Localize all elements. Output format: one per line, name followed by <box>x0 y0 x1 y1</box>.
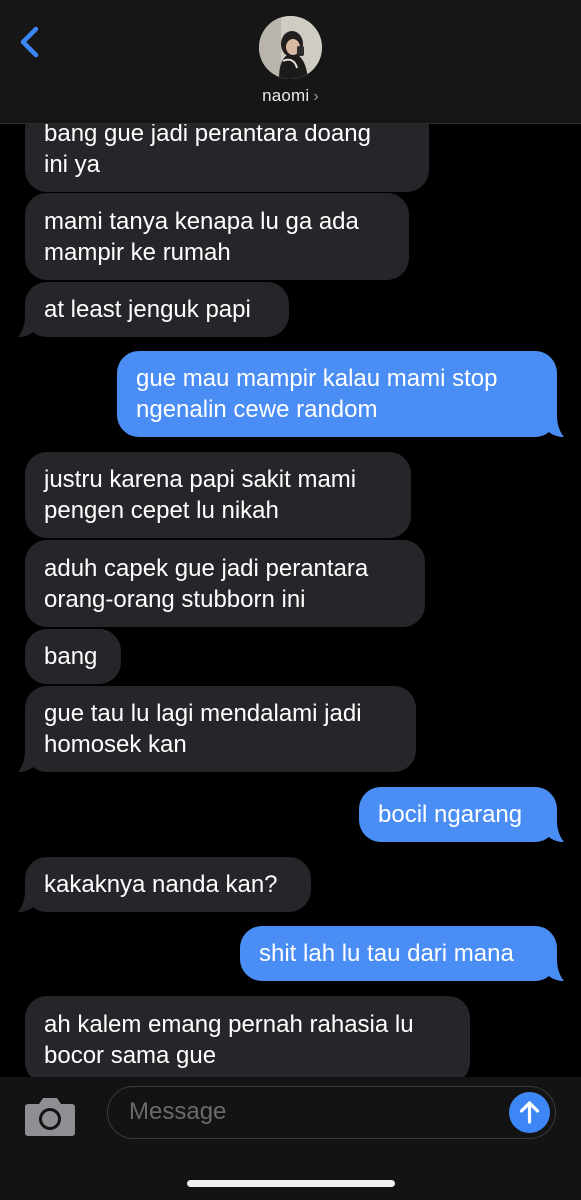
message-line: kakaknya nanda kan? <box>44 871 278 898</box>
message-line: justru karena papi sakit mami <box>44 466 357 493</box>
avatar-photo <box>259 16 322 79</box>
sent-message[interactable]: bocil ngarang <box>359 787 564 842</box>
message-placeholder: Message <box>129 1098 227 1125</box>
message-line: bocil ngarang <box>378 801 523 828</box>
received-message[interactable]: gue tau lu lagi mendalami jadi homosek k… <box>18 686 416 772</box>
message-line: mami tanya kenapa lu ga ada <box>44 207 359 235</box>
back-button[interactable] <box>14 22 48 62</box>
message-line: aduh capek gue jadi perantara <box>44 554 369 582</box>
sent-message[interactable]: gue mau mampir kalau mami stop ngenalin … <box>117 351 564 437</box>
message-line: at least jenguk papi <box>44 296 251 323</box>
message-line: orang-orang stubborn ini <box>44 585 306 613</box>
received-message[interactable]: aduh capek gue jadi perantara orang-oran… <box>25 540 425 627</box>
received-message[interactable]: kakaknya nanda kan? <box>18 857 311 912</box>
bubble-tail <box>546 959 564 981</box>
received-message[interactable]: ah kalem emang pernah rahasia lu bocor s… <box>25 996 470 1084</box>
contact-name-button[interactable]: naomi › <box>0 86 581 106</box>
camera-icon <box>25 1098 75 1136</box>
bubble-tail <box>18 750 36 772</box>
message-line: ngenalin cewe random <box>136 396 378 423</box>
arrow-up-icon <box>519 1101 540 1124</box>
message-thread: bang gue jadi perantara doang ini ya mam… <box>0 0 581 1200</box>
camera-button[interactable] <box>24 1094 76 1138</box>
message-line: pengen cepet lu nikah <box>44 497 279 524</box>
received-message[interactable]: mami tanya kenapa lu ga ada mampir ke ru… <box>25 193 409 280</box>
message-input[interactable]: Message <box>107 1086 556 1139</box>
chevron-left-icon <box>20 26 39 58</box>
bubble-tail <box>546 820 564 842</box>
message-composer: Message <box>0 1077 581 1200</box>
sent-message[interactable]: shit lah lu tau dari mana <box>240 926 564 981</box>
bubble-tail <box>18 315 36 337</box>
bubble-tail <box>546 415 564 437</box>
message-line: gue tau lu lagi mendalami jadi <box>44 700 362 727</box>
message-line: bocor sama gue <box>44 1042 217 1069</box>
message-line: ini ya <box>44 151 101 178</box>
message-line: bang <box>44 643 98 670</box>
chevron-right-icon: › <box>313 88 319 105</box>
message-line: homosek kan <box>44 731 187 758</box>
received-message[interactable]: bang <box>25 629 121 684</box>
home-indicator[interactable] <box>187 1180 395 1187</box>
received-message[interactable]: at least jenguk papi <box>18 282 289 337</box>
message-line: gue mau mampir kalau mami stop <box>136 365 498 392</box>
received-message[interactable]: justru karena papi sakit mami pengen cep… <box>25 452 411 538</box>
send-button[interactable] <box>509 1092 550 1133</box>
conversation-header: naomi › <box>0 0 581 124</box>
bubble-tail <box>18 890 36 912</box>
message-line: ah kalem emang pernah rahasia lu <box>44 1011 414 1038</box>
message-line: mampir ke rumah <box>44 238 231 266</box>
contact-name: naomi <box>262 86 310 105</box>
message-line: shit lah lu tau dari mana <box>259 940 514 967</box>
avatar[interactable] <box>259 16 322 79</box>
